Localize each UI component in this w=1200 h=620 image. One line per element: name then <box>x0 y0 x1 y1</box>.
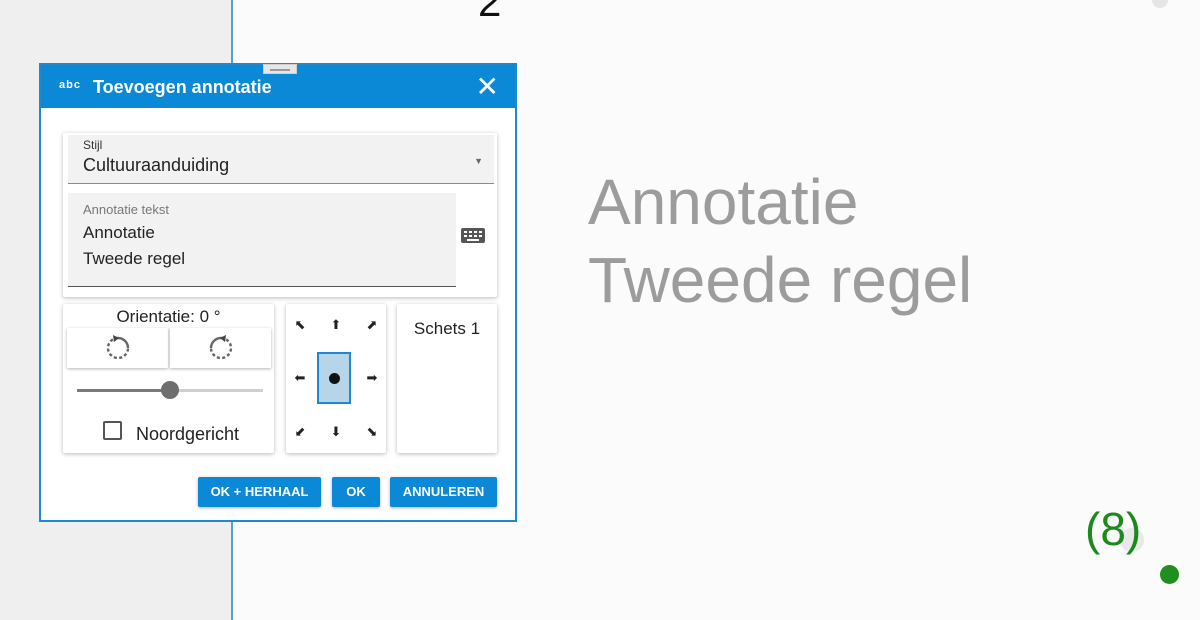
annotation-preview-line1: Annotatie <box>588 166 859 238</box>
arrow-ne-icon[interactable]: ⬈ <box>364 317 380 333</box>
sketch-card[interactable]: Schets 1 <box>397 304 497 453</box>
anchor-position-card: ⬉ ⬆ ⬈ ⬅ ➡ ⬋ ⬇ ⬊ <box>286 304 386 453</box>
north-oriented-label: Noordgericht <box>136 424 240 444</box>
style-label: Stijl <box>83 138 103 152</box>
orientation-label: Orientatie: 0 ° <box>116 307 221 326</box>
arrow-n-icon[interactable]: ⬆ <box>328 317 344 333</box>
annotation-preview-line2: Tweede regel <box>588 244 973 316</box>
canvas-glyph: 2 <box>478 0 502 25</box>
style-select[interactable]: Stijl Cultuuraanduiding ▼ <box>68 135 494 184</box>
arrow-sw-icon[interactable]: ⬋ <box>292 424 308 440</box>
cancel-button[interactable]: ANNULEREN <box>390 477 497 507</box>
arrow-w-icon[interactable]: ⬅ <box>292 370 308 386</box>
location-marker[interactable] <box>1160 565 1179 584</box>
rotate-ccw-icon <box>106 335 130 360</box>
text-settings-card: Stijl Cultuuraanduiding ▼ Annotatie teks… <box>63 133 497 297</box>
anchor-dot-icon <box>329 373 340 384</box>
dialog-title: Toevoegen annotatie <box>93 77 272 97</box>
orientation-card: Orientatie: 0 ° Noordgericht <box>63 304 274 453</box>
annotation-text-input[interactable]: Annotatie tekst Annotatie Tweede regel <box>68 193 456 287</box>
abc-icon: abc <box>59 79 81 91</box>
rotate-cw-icon <box>209 335 233 360</box>
add-annotation-dialog: abc Toevoegen annotatie ✕ Stijl Cultuura… <box>39 63 517 522</box>
slider-thumb[interactable] <box>161 381 179 399</box>
slider-fill <box>77 389 170 392</box>
point-counter: (8) <box>1085 503 1142 555</box>
rotate-right-button[interactable] <box>170 328 271 368</box>
keyboard-icon[interactable] <box>461 228 485 243</box>
ok-repeat-button[interactable]: OK + HERHAAL <box>198 477 321 507</box>
drag-handle[interactable] <box>263 64 297 74</box>
annotation-text-label: Annotatie tekst <box>83 202 169 217</box>
ok-button[interactable]: OK <box>332 477 380 507</box>
style-value: Cultuuraanduiding <box>83 155 230 175</box>
arrow-nw-icon[interactable]: ⬉ <box>292 317 308 333</box>
arrow-s-icon[interactable]: ⬇ <box>328 424 344 440</box>
annotation-text-line2: Tweede regel <box>83 249 186 268</box>
close-icon[interactable]: ✕ <box>476 73 499 101</box>
north-oriented-checkbox[interactable] <box>103 421 122 440</box>
anchor-center-button[interactable] <box>317 352 351 404</box>
orientation-slider[interactable] <box>77 381 263 399</box>
annotation-text-line1: Annotatie <box>83 223 155 242</box>
chevron-down-icon: ▼ <box>474 156 483 166</box>
rotate-left-button[interactable] <box>67 328 168 368</box>
sketch-label: Schets 1 <box>413 319 481 338</box>
annotation-preview[interactable]: Annotatie Tweede regel <box>588 163 972 319</box>
arrow-se-icon[interactable]: ⬊ <box>364 424 380 440</box>
arrow-e-icon[interactable]: ➡ <box>364 370 380 386</box>
